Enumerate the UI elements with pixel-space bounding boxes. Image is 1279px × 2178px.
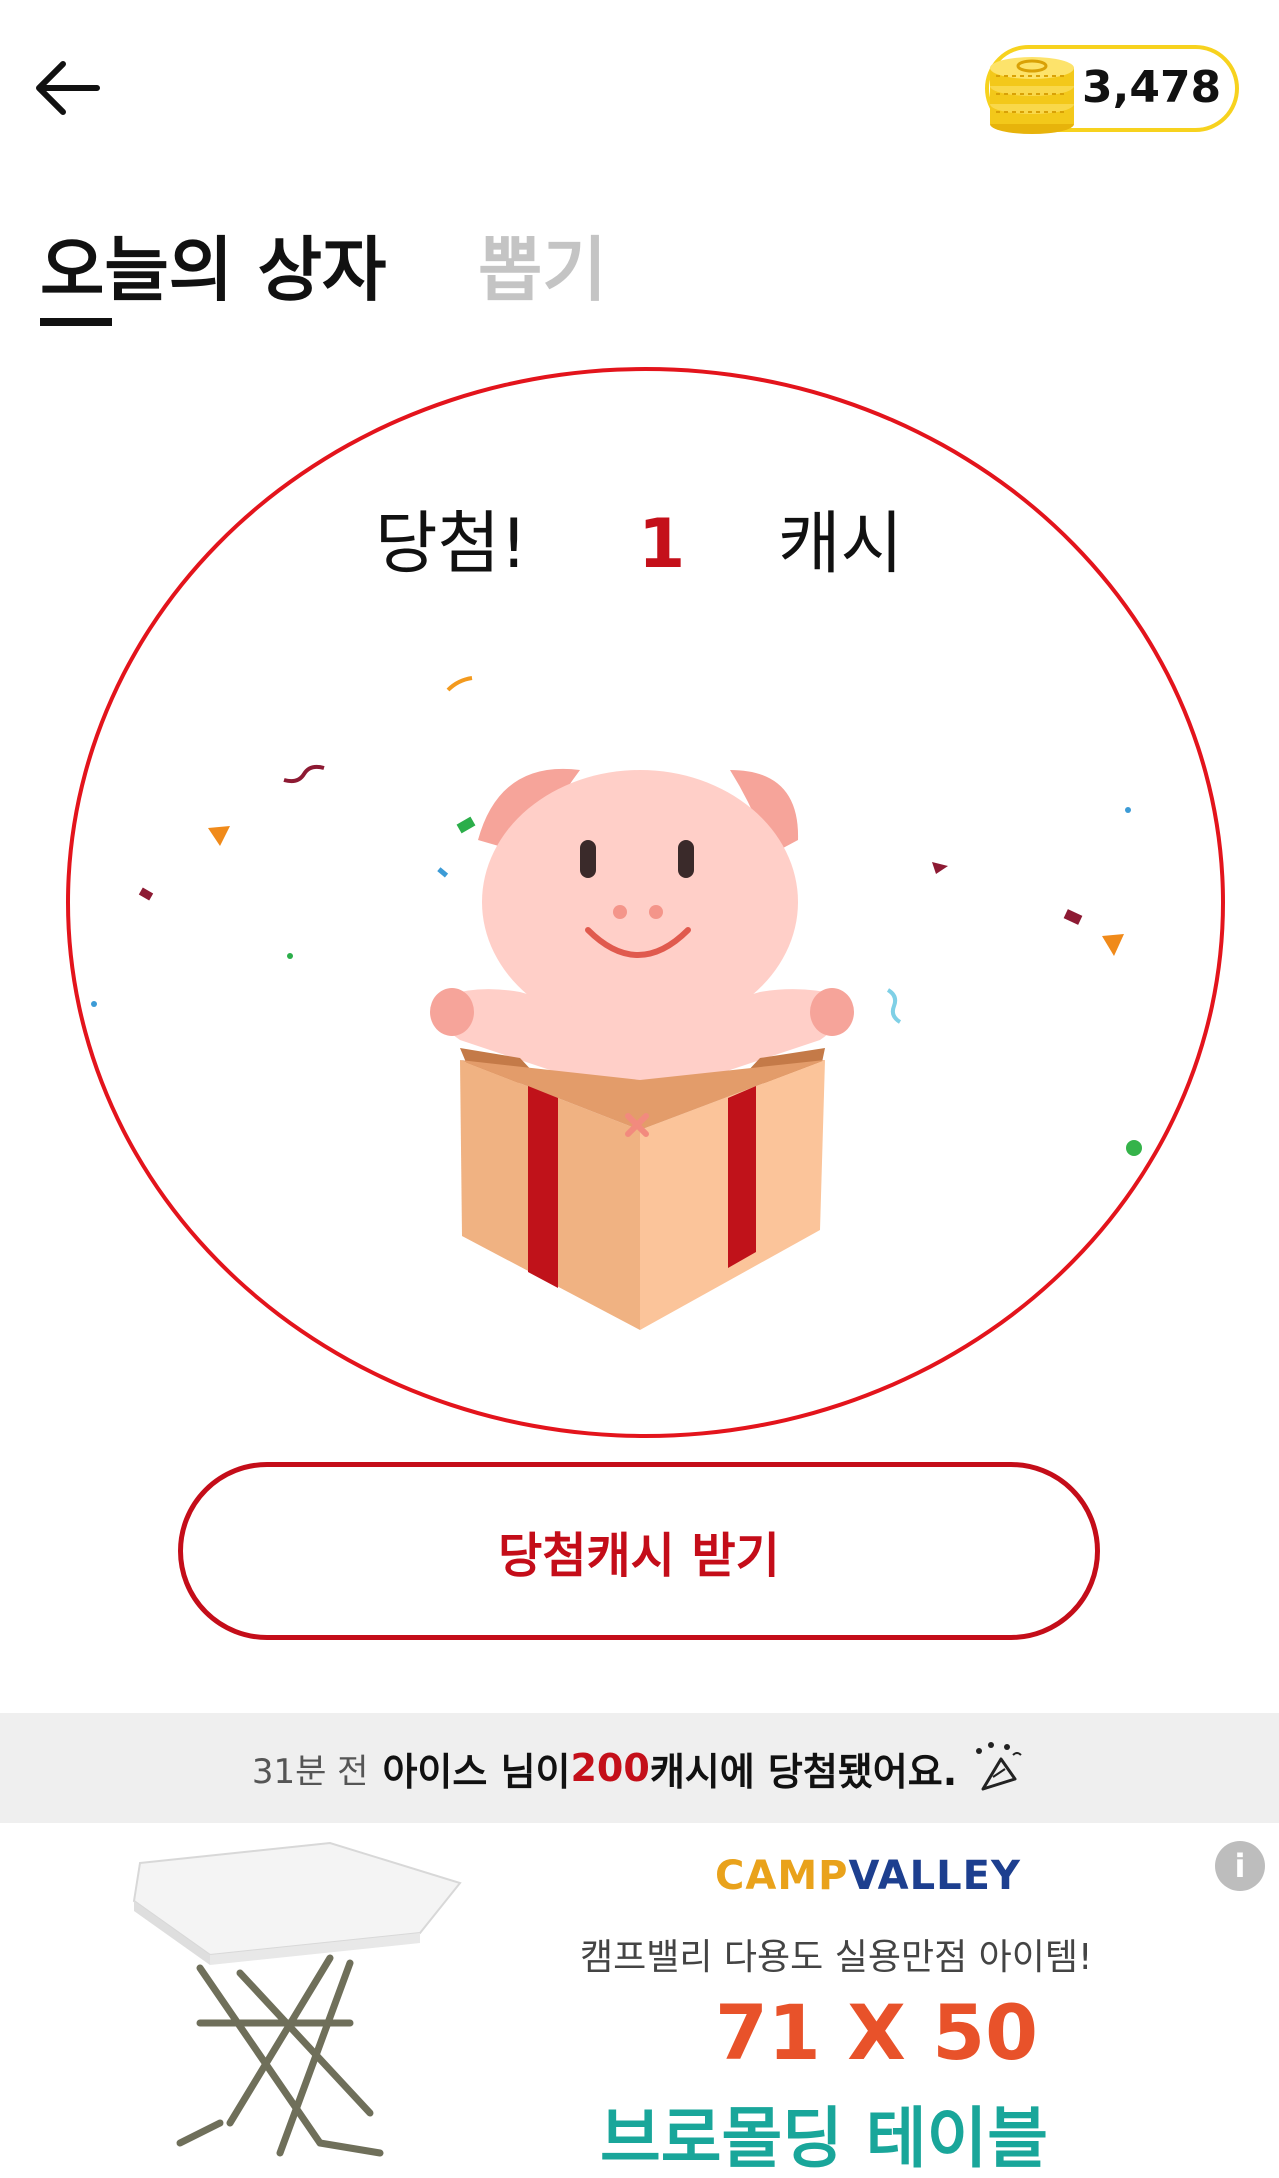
result-label: 당첨!	[375, 505, 528, 584]
ad-banner[interactable]: i CAMPVALLEY 캠프밸리 다용도 실용만점 아이템! 71 X 50 …	[0, 1823, 1279, 2178]
folding-table-image	[132, 1841, 462, 2157]
result-unit: 캐시	[778, 505, 904, 584]
ad-product-name: 브로몰딩 테이블	[600, 2100, 1049, 2177]
ticker-time: 31분 전	[251, 1751, 369, 1792]
coin-balance: 3,478	[1082, 62, 1222, 113]
back-button[interactable]	[28, 50, 104, 126]
ticker-amount: 200	[570, 1746, 650, 1790]
party-popper-icon	[976, 1742, 1022, 1791]
tab-draw[interactable]: 뽑기	[478, 230, 607, 310]
ad-brand-logo: CAMPVALLEY	[715, 1853, 1021, 1899]
ad-info-icon[interactable]: i	[1215, 1841, 1265, 1891]
ticker-prefix: 아이스 님이	[382, 1749, 571, 1794]
coin-stack-icon	[982, 42, 1082, 138]
result-amount: 1	[638, 505, 686, 584]
ad-size: 71 X 50	[715, 1988, 1039, 2077]
arrow-left-icon	[36, 61, 100, 115]
pig-gift-box-illustration	[80, 640, 1200, 1360]
ad-tagline: 캠프밸리 다용도 실용만점 아이템!	[580, 1937, 1093, 1978]
tab-active-indicator	[40, 318, 112, 326]
winner-ticker: 31분 전 아이스 님이 200 캐시에 당첨됐어요.	[0, 1713, 1279, 1823]
ticker-suffix: 캐시에 당첨됐어요.	[649, 1749, 958, 1794]
claim-cash-button[interactable]: 당첨캐시 받기	[178, 1462, 1100, 1640]
tab-todays-box[interactable]: 오늘의 상자	[40, 230, 386, 310]
